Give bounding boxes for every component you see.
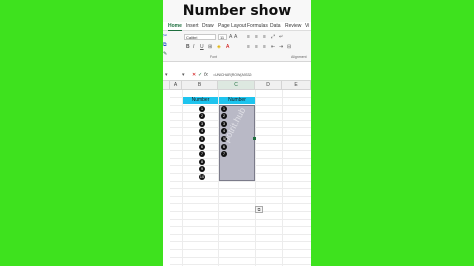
font-size-select[interactable]: 11 — [218, 34, 227, 40]
circled-number-b-10[interactable]: 10 — [199, 173, 205, 180]
circled-number-b-3[interactable]: 3 — [199, 120, 205, 127]
cancel-icon[interactable]: ✕ — [192, 72, 196, 78]
tab-home[interactable]: Home — [168, 22, 182, 31]
cell-fill-handle[interactable] — [253, 137, 256, 140]
circled-number-b-8[interactable]: 8 — [199, 158, 205, 165]
select-all-corner[interactable] — [163, 81, 170, 90]
formula-bar: ▾ ▾ ✕ ✓ fx =UNICHAR(ROW(A9332: — [163, 70, 311, 81]
italic-button[interactable]: I — [193, 44, 194, 50]
tab-formulas[interactable]: Formulas — [247, 22, 268, 30]
circled-number-b-1[interactable]: 1 — [199, 105, 205, 112]
underline-button[interactable]: U — [200, 44, 204, 50]
copy-icon[interactable]: ⧉ — [163, 42, 167, 48]
column-header-a[interactable]: A — [170, 81, 182, 90]
orientation-icon[interactable]: ⤢ — [271, 34, 275, 40]
bold-button[interactable]: B — [186, 44, 190, 50]
header-cell-c[interactable]: Number — [219, 97, 255, 104]
circled-number-b-2[interactable]: 2 — [199, 113, 205, 120]
circled-number-b-7[interactable]: 7 — [199, 151, 205, 158]
tab-view[interactable]: Vi — [305, 22, 309, 30]
tab-insert[interactable]: Insert — [186, 22, 199, 30]
circled-number-c-6[interactable]: 6 — [221, 143, 227, 150]
column-header-c[interactable]: C — [218, 81, 255, 90]
increase-font-icon[interactable]: A — [229, 34, 232, 40]
cut-icon[interactable]: ✂ — [163, 33, 167, 39]
fx-icon[interactable]: fx — [204, 72, 208, 78]
header-cell-b[interactable]: Number — [183, 97, 218, 104]
tab-review[interactable]: Review — [285, 22, 301, 30]
align-top-icon[interactable]: ≡ — [247, 34, 250, 40]
circled-number-b-5[interactable]: 5 — [199, 135, 205, 142]
font-group-label: Font — [210, 55, 218, 59]
column-header-d[interactable]: D — [255, 81, 282, 90]
wrap-text-icon[interactable]: ↵ — [279, 34, 283, 40]
worksheet-grid[interactable]: A B C D E Number Number 1 2 3 4 5 6 7 8 9 10 1234… — [163, 81, 311, 266]
decrease-font-icon[interactable]: A — [234, 34, 237, 40]
tab-draw[interactable]: Draw — [202, 22, 214, 30]
merge-icon[interactable]: ⊟ — [287, 44, 291, 50]
align-middle-icon[interactable]: ≡ — [255, 34, 258, 40]
ribbon-tabs: Home Insert Draw Page Layout Formulas Da… — [163, 22, 311, 31]
font-name-select[interactable]: Calibri — [184, 34, 216, 40]
name-box-dropdown-icon[interactable]: ▾ — [165, 72, 168, 78]
ribbon: ✂ ⧉ ✎ Calibri 11 A A B I U ⊞ ◈ A Font ≡ … — [163, 31, 311, 62]
video-title: Number show — [163, 0, 311, 22]
fill-color-icon[interactable]: ◈ — [217, 44, 221, 50]
font-color-icon[interactable]: A — [226, 44, 229, 50]
decrease-indent-icon[interactable]: ⇤ — [271, 44, 275, 50]
circled-number-b-9[interactable]: 9 — [199, 166, 205, 173]
borders-icon[interactable]: ⊞ — [208, 44, 212, 50]
tab-page-layout[interactable]: Page Layout — [218, 22, 246, 30]
spreadsheet-app: Home Insert Draw Page Layout Formulas Da… — [163, 22, 311, 266]
circled-number-b-4[interactable]: 4 — [199, 128, 205, 135]
circled-number-c-3[interactable]: 3 — [221, 120, 227, 127]
circled-number-b-6[interactable]: 6 — [199, 143, 205, 150]
name-box-dropdown-icon-2[interactable]: ▾ — [182, 72, 185, 78]
format-painter-icon[interactable]: ✎ — [163, 51, 167, 57]
circled-number-c-1[interactable]: 1 — [221, 105, 227, 112]
align-center-icon[interactable]: ≡ — [255, 44, 258, 50]
alignment-group-label: Alignment — [291, 55, 307, 59]
align-left-icon[interactable]: ≡ — [247, 44, 250, 50]
paste-options-icon[interactable]: ⧉ — [255, 206, 263, 213]
tab-data[interactable]: Data — [270, 22, 281, 30]
align-bottom-icon[interactable]: ≡ — [263, 34, 266, 40]
increase-indent-icon[interactable]: ⇥ — [279, 44, 283, 50]
align-right-icon[interactable]: ≡ — [263, 44, 266, 50]
column-header-b[interactable]: B — [182, 81, 218, 90]
enter-icon[interactable]: ✓ — [198, 72, 202, 78]
column-header-e[interactable]: E — [282, 81, 311, 90]
formula-input[interactable]: =UNICHAR(ROW(A9332: — [213, 72, 252, 78]
